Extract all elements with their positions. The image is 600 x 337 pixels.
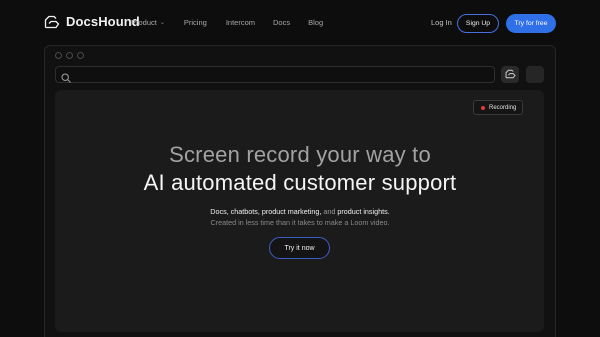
extension-button[interactable]	[501, 66, 519, 83]
docshound-logo-icon	[505, 66, 516, 84]
window-controls	[55, 52, 84, 59]
hero-headline-line2: AI automated customer support	[143, 170, 457, 195]
sub-product-insights: product insights	[337, 207, 388, 216]
nav-product[interactable]: Product ⌄	[131, 18, 165, 27]
nav-pricing[interactable]: Pricing	[184, 18, 207, 27]
nav-product-label: Product	[131, 18, 157, 27]
sub-chatbots: chatbots,	[230, 207, 260, 216]
brand-name: DocsHound	[66, 14, 140, 29]
hero-subtitle-line2: Created in less time than it takes to ma…	[210, 218, 390, 227]
sub-docs: Docs,	[210, 207, 229, 216]
sub-period: .	[387, 207, 390, 216]
search-icon	[61, 70, 71, 88]
signup-button[interactable]: Sign Up	[457, 14, 499, 33]
sub-product-marketing: product marketing,	[261, 207, 322, 216]
window-dot-minimize	[66, 52, 73, 59]
nav-blog[interactable]: Blog	[308, 18, 323, 27]
window-dot-close	[55, 52, 62, 59]
chevron-down-icon: ⌄	[159, 20, 165, 26]
sub-and: and	[323, 207, 336, 216]
login-link[interactable]: Log In	[431, 18, 452, 27]
nav-links: Product ⌄ Pricing Intercom Docs Blog	[131, 18, 323, 27]
docshound-logo-icon	[44, 15, 60, 29]
hero-headline-line1: Screen record your way to	[169, 142, 431, 167]
hero-subtitle: Docs, chatbots, product marketing, and p…	[0, 207, 600, 216]
nav-docs[interactable]: Docs	[273, 18, 290, 27]
address-bar[interactable]	[55, 66, 495, 83]
try-free-button[interactable]: Try for free	[506, 14, 556, 33]
top-nav: DocsHound Product ⌄ Pricing Intercom Doc…	[0, 0, 600, 46]
recording-label: Recording	[489, 104, 517, 111]
recording-badge: Recording	[473, 100, 523, 115]
window-dot-maximize	[77, 52, 84, 59]
try-it-now-button[interactable]: Try it now	[269, 237, 330, 259]
recording-dot-icon	[481, 105, 485, 110]
profile-button[interactable]	[526, 66, 544, 83]
brand[interactable]: DocsHound	[44, 14, 140, 29]
nav-intercom[interactable]: Intercom	[226, 18, 255, 27]
